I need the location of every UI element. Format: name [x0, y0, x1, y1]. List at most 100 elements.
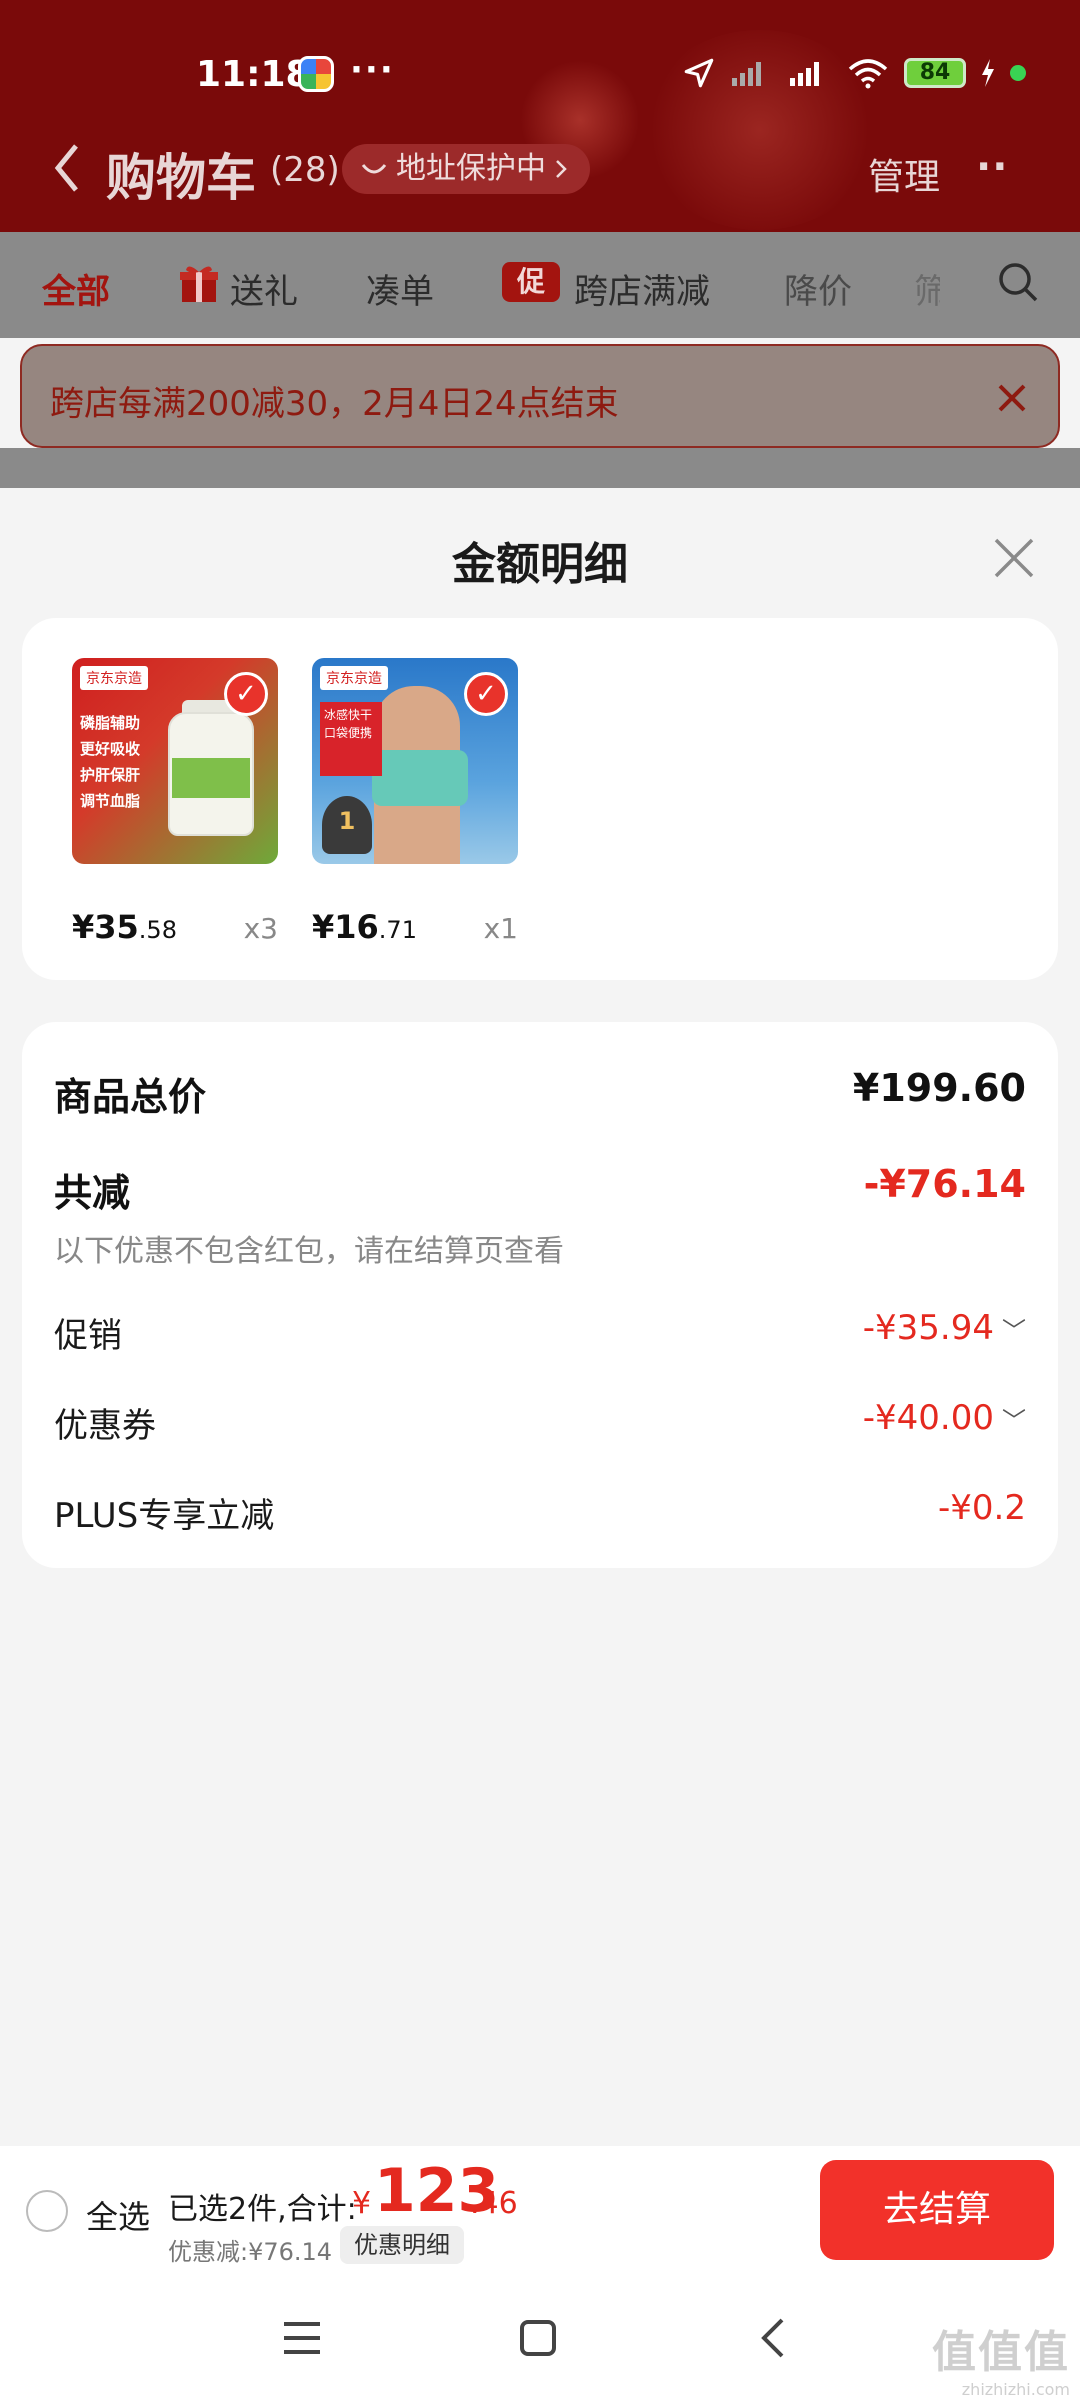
close-icon[interactable]	[990, 534, 1038, 582]
navigation-bar: 购物车 (28) 地址保护中 管理 ·· 67	[0, 126, 1080, 216]
address-protection-pill[interactable]: 地址保护中	[342, 144, 590, 194]
discount-note: 以下优惠不包含红包，请在结算页查看	[54, 1234, 564, 1269]
image-line: 调节血脂	[80, 792, 141, 810]
signal-icon	[732, 62, 761, 86]
cart-header: 11:18 ··· 84 购物车 (28) 地址保护中 管理 ·· 67	[0, 0, 1080, 232]
check-icon: ✓	[464, 672, 508, 716]
product-price: ¥16.71	[312, 908, 417, 946]
image-line: 冰感快干	[324, 708, 373, 722]
total-amount-decimal: .46	[470, 2186, 518, 2221]
chevron-down-icon: ﹀	[1002, 1407, 1026, 1435]
image-line: 护肝保肝	[80, 766, 141, 784]
select-all-radio[interactable]	[26, 2190, 68, 2232]
privacy-indicator-icon	[1010, 65, 1026, 81]
plus-discount-value: -¥0.2	[938, 1488, 1026, 1528]
product-quantity: x3	[243, 912, 278, 945]
back-button[interactable]	[52, 142, 92, 202]
back-nav-icon[interactable]	[748, 2312, 800, 2364]
price-integer: ¥35	[72, 908, 139, 946]
price-breakdown-card: 商品总价 ¥199.60 共减 -¥76.14 以下优惠不包含红包，请在结算页查…	[22, 1022, 1058, 1568]
search-icon[interactable]	[996, 260, 1040, 304]
more-dots-icon: ··	[976, 144, 1009, 190]
award-badge-icon: 1	[322, 796, 372, 854]
promotion-label: 促销	[54, 1316, 122, 1356]
tab-cut-off[interactable]: 筛	[914, 264, 940, 313]
selected-summary: 已选2件,合计:	[168, 2192, 357, 2227]
product-price: ¥35.58	[72, 908, 177, 946]
charging-icon	[982, 59, 994, 87]
plus-discount-label: PLUS专享立减	[54, 1496, 275, 1536]
coupon-value: -¥40.00 ﹀	[863, 1398, 1026, 1438]
chevron-down-icon: ﹀	[1002, 1317, 1026, 1345]
tab-all[interactable]: 全部	[42, 264, 110, 313]
manage-button[interactable]: 管理	[868, 148, 940, 200]
gift-icon	[180, 266, 218, 302]
image-line: 磷脂辅助	[80, 714, 141, 732]
coupon-row[interactable]: 优惠券 -¥40.00 ﹀	[54, 1398, 1026, 1446]
discount-total-value: -¥76.14	[863, 1162, 1026, 1206]
signal-hd-icon	[790, 62, 819, 86]
close-icon[interactable]	[996, 382, 1028, 414]
promo-banner[interactable]: 跨店每满200减30，2月4日24点结束	[20, 344, 1060, 448]
watermark-logo: 值值值	[932, 2327, 1070, 2378]
status-more-icon: ···	[350, 50, 395, 90]
image-line: 口袋便携	[324, 726, 373, 740]
product-image: 京东京造 冰感快干 口袋便携 1 ✓	[312, 658, 518, 864]
discount-total-row: 共减 -¥76.14	[54, 1162, 1026, 1215]
price-decimal: .71	[378, 916, 417, 944]
battery-icon: 84	[904, 58, 966, 88]
tab-price-drop[interactable]: 降价	[784, 264, 852, 313]
product-image: 京东京造 磷脂辅助 更好吸收 护肝保肝 调节血脂 ✓	[72, 658, 278, 864]
wifi-icon	[848, 59, 888, 89]
product-item[interactable]: 京东京造 磷脂辅助 更好吸收 护肝保肝 调节血脂 ✓ ¥35.58 x3	[72, 658, 278, 946]
dimmed-overlay	[0, 448, 1080, 488]
total-value: ¥199.60	[852, 1066, 1026, 1110]
price-integer: ¥16	[312, 908, 379, 946]
filter-tabs: 全部 送礼 凑单 促 跨店满减 降价 筛	[0, 232, 1080, 338]
discount-detail-button[interactable]: 优惠明细	[340, 2226, 464, 2264]
address-protection-label: 地址保护中	[396, 151, 546, 186]
towel-illustration	[372, 750, 468, 806]
product-quantity: x1	[483, 912, 518, 945]
price-decimal: .58	[138, 916, 177, 944]
discount-note-row: 以下优惠不包含红包，请在结算页查看	[54, 1226, 1026, 1269]
coupon-label: 优惠券	[54, 1406, 156, 1446]
brand-tag: 京东京造	[320, 666, 388, 690]
menu-icon[interactable]	[276, 2312, 328, 2364]
product-item[interactable]: 京东京造 冰感快干 口袋便携 1 ✓ ¥16.71 x1	[312, 658, 518, 946]
checkout-button[interactable]: 去结算	[820, 2160, 1054, 2260]
status-time: 11:18	[196, 54, 311, 95]
select-all-label[interactable]: 全选	[86, 2192, 150, 2238]
tab-cross-store[interactable]: 跨店满减	[574, 264, 710, 313]
tab-bundle[interactable]: 凑单	[366, 264, 434, 313]
more-menu-button[interactable]: ·· 67	[976, 144, 1008, 190]
promo-banner-text: 跨店每满200减30，2月4日24点结束	[50, 384, 619, 424]
back-icon	[54, 144, 78, 192]
plus-discount-row: PLUS专享立减 -¥0.2	[54, 1488, 1026, 1536]
tab-gift[interactable]: 送礼	[230, 264, 298, 313]
status-right-icons: 84	[682, 56, 1026, 90]
location-icon	[684, 58, 714, 88]
watermark: 值值值 zhizhizhi.com	[932, 2316, 1070, 2399]
total-row: 商品总价 ¥199.60	[54, 1066, 1026, 1119]
system-navigation-bar: 值值值 zhizhizhi.com	[0, 2276, 1080, 2400]
promotion-value: -¥35.94 ﹀	[863, 1308, 1026, 1348]
discount-total-label: 共减	[54, 1171, 131, 1215]
brand-tag: 京东京造	[80, 666, 148, 690]
image-line: 更好吸收	[80, 740, 141, 758]
status-bar: 11:18 ··· 84	[0, 40, 1080, 110]
total-label: 商品总价	[54, 1075, 207, 1119]
selected-products-card: 京东京造 磷脂辅助 更好吸收 护肝保肝 调节血脂 ✓ ¥35.58 x3 京东京…	[22, 618, 1058, 980]
total-currency: ¥	[352, 2186, 372, 2221]
home-icon[interactable]	[512, 2312, 564, 2364]
app-notification-icon	[298, 56, 334, 92]
promotion-row[interactable]: 促销 -¥35.94 ﹀	[54, 1308, 1026, 1356]
product-image-text: 磷脂辅助 更好吸收 护肝保肝 调节血脂	[80, 710, 140, 814]
sheet-title: 金额明细	[452, 539, 628, 590]
cart-count: (28)	[270, 150, 340, 190]
checkout-bar: 全选 已选2件,合计: ¥ 123 .46 优惠减:¥76.14 优惠明细 去结…	[0, 2146, 1080, 2276]
saved-amount: 优惠减:¥76.14	[168, 2238, 333, 2266]
coupon-amount: -¥40.00	[862, 1398, 994, 1438]
watermark-url: zhizhizhi.com	[961, 2380, 1070, 2399]
check-icon: ✓	[224, 672, 268, 716]
